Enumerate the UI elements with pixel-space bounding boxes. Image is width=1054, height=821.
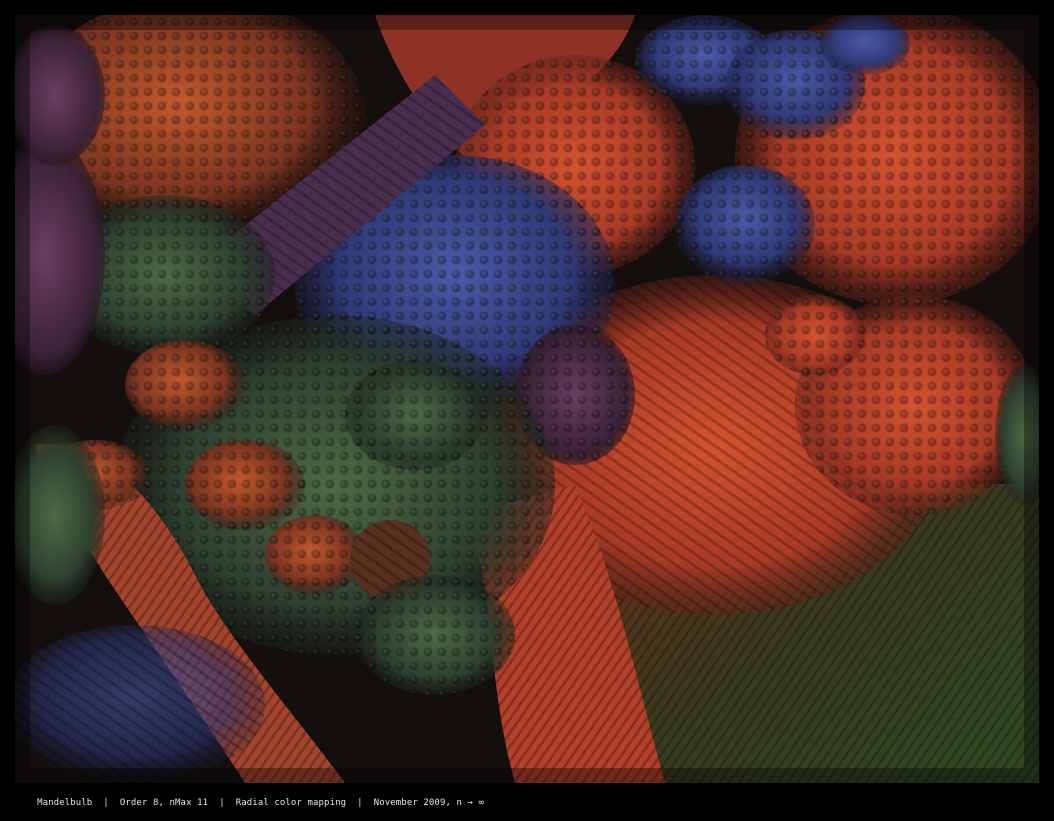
image-frame: Mandelbulb | Order 8, nMax 11 | Radial c… [0, 0, 1054, 808]
image-caption: Mandelbulb | Order 8, nMax 11 | Radial c… [15, 785, 484, 808]
caption-separator: | [92, 798, 120, 808]
caption-date-info: November 2009, n → ∞ [373, 798, 485, 808]
caption-separator: | [346, 798, 374, 808]
caption-title: Mandelbulb [37, 798, 93, 808]
fractal-artwork [15, 15, 1039, 783]
caption-separator: | [208, 798, 236, 808]
mandelbulb-render [15, 15, 1039, 783]
caption-mapping: Radial color mapping [235, 798, 347, 808]
caption-order-info: Order 8, nMax 11 [119, 798, 209, 808]
